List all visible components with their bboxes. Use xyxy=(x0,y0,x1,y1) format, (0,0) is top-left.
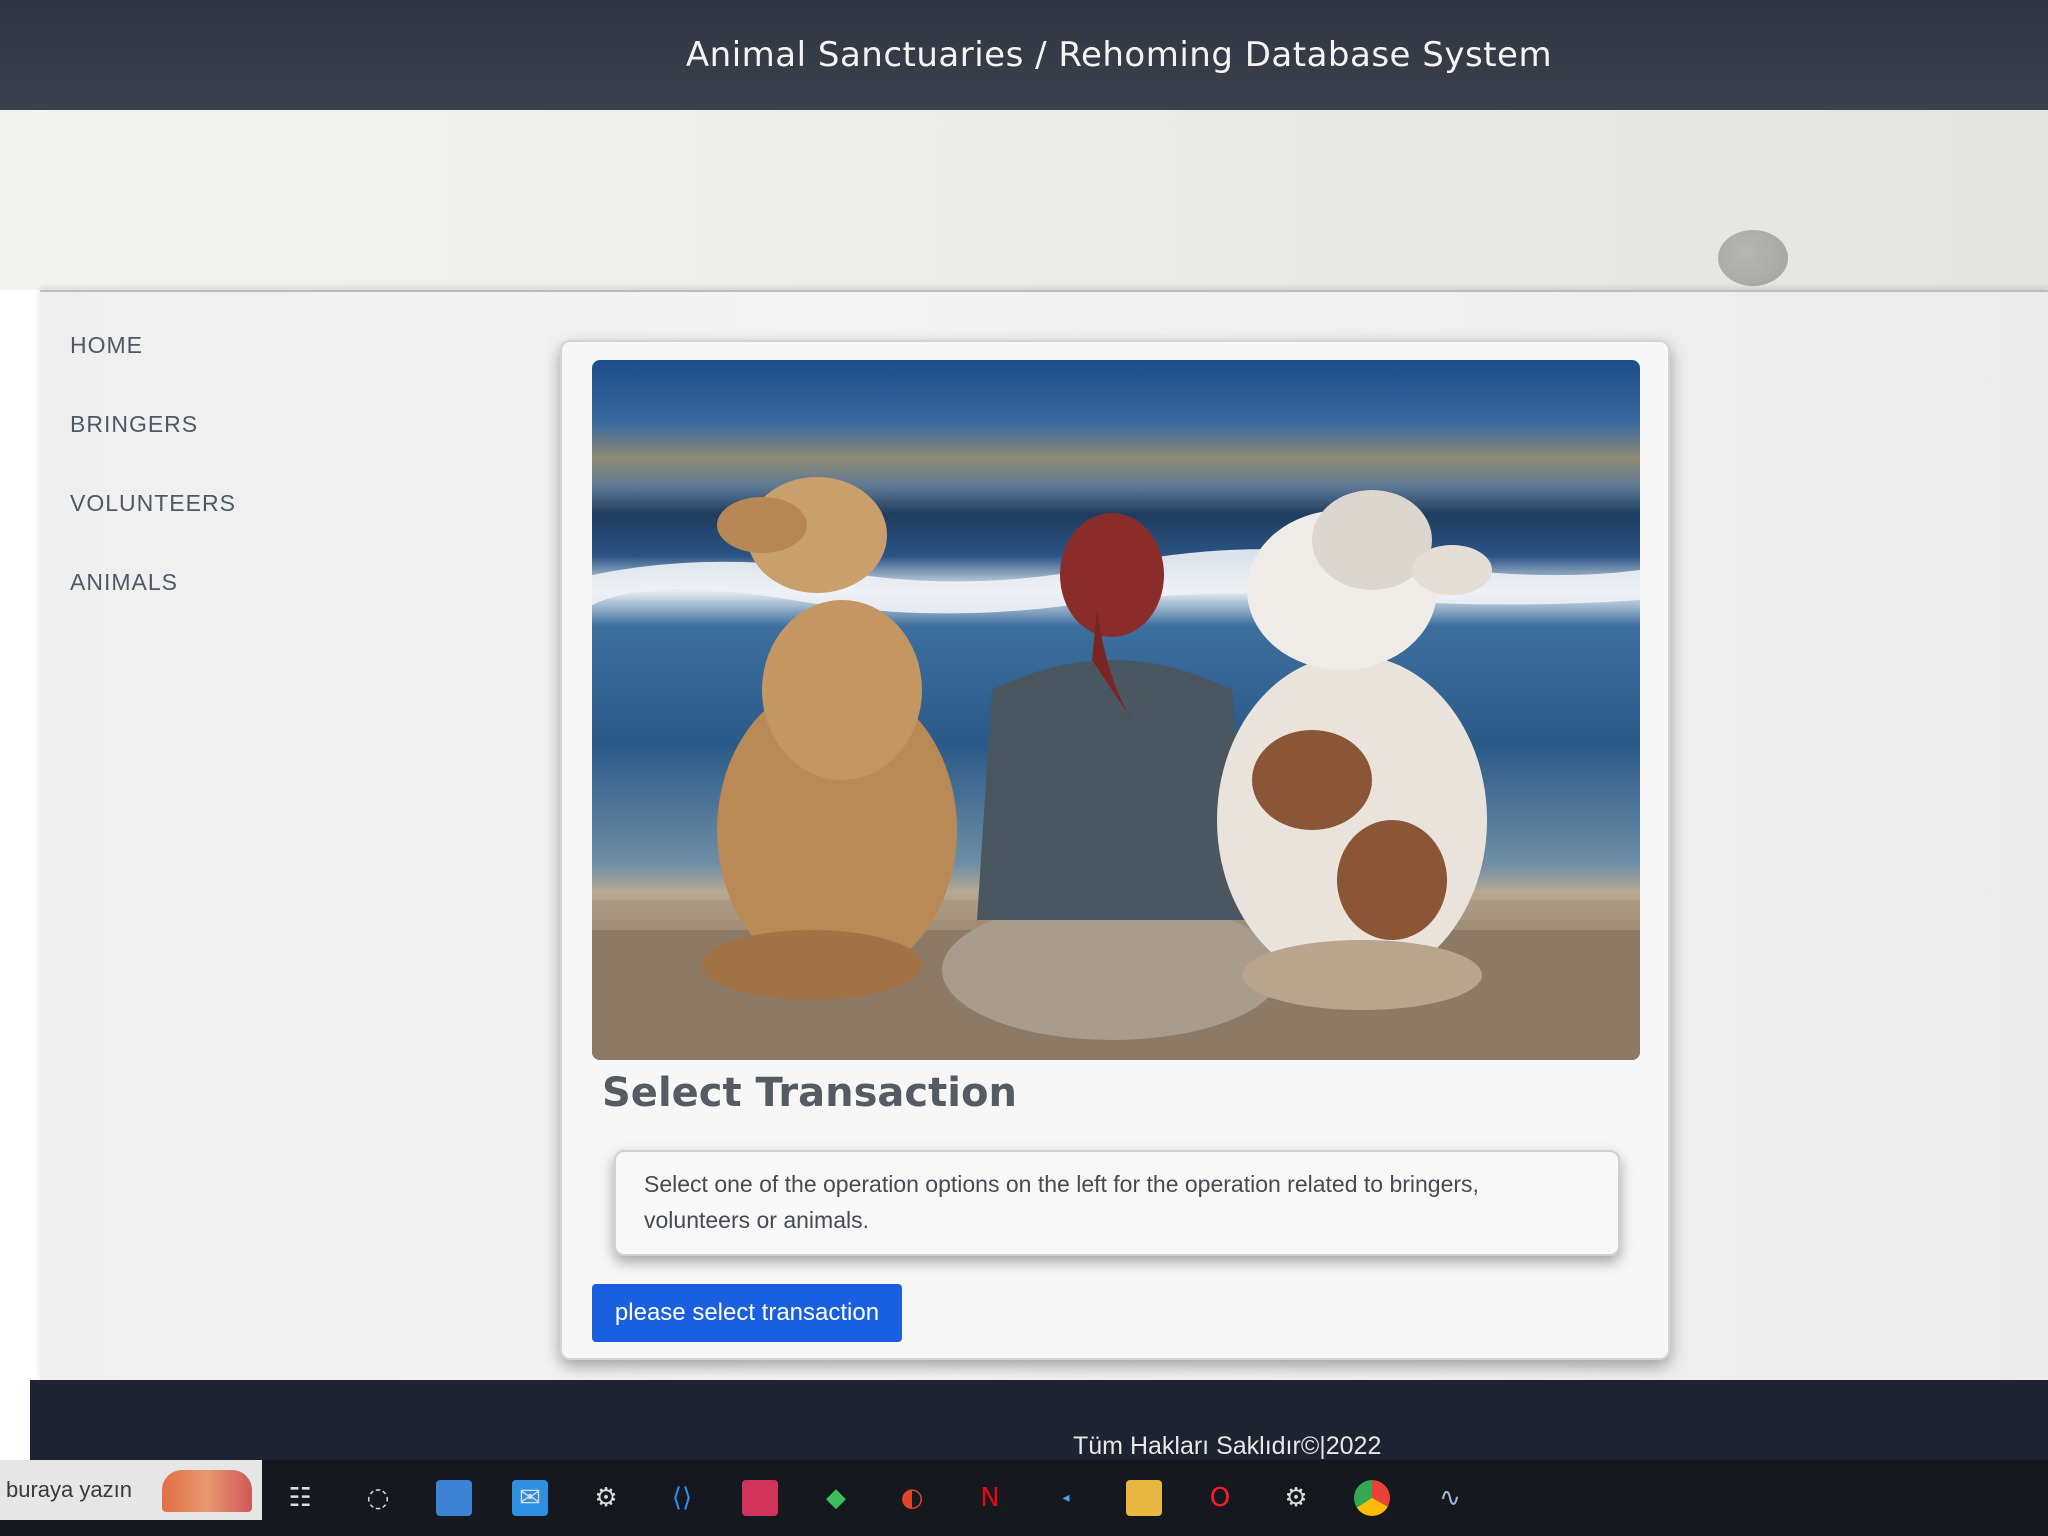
task-view-icon[interactable]: ☷ xyxy=(282,1480,318,1516)
app-icon[interactable]: ◐ xyxy=(894,1480,930,1516)
hero-photo-illustration xyxy=(592,477,1640,1060)
file-explorer-icon[interactable] xyxy=(1126,1480,1162,1516)
banner-band xyxy=(0,110,2048,290)
app-header: Animal Sanctuaries / Rehoming Database S… xyxy=(0,0,2048,110)
instruction-box: Select one of the operation options on t… xyxy=(614,1150,1620,1256)
netflix-icon[interactable]: N xyxy=(972,1480,1008,1516)
sidebar-item-home[interactable]: HOME xyxy=(70,332,370,359)
intellij-icon[interactable] xyxy=(742,1480,778,1516)
sidebar-item-bringers[interactable]: BRINGERS xyxy=(70,411,370,438)
main-panel: HOME BRINGERS VOLUNTEERS ANIMALS Select … xyxy=(40,290,2048,1380)
dolphin-icon[interactable]: ∿ xyxy=(1432,1480,1468,1516)
banner-decoration xyxy=(1718,230,1788,286)
small-app-icon[interactable]: ◂ xyxy=(1048,1480,1084,1516)
hero-photo xyxy=(592,360,1640,1060)
sidebar-nav: HOME BRINGERS VOLUNTEERS ANIMALS xyxy=(70,332,370,648)
windows-taskbar: buraya yazın ☷ ◌ ✉ ⚙ ⟨⟩ ◆ ◐ N ◂ O ⚙ ∿ xyxy=(0,1460,2048,1536)
security-icon[interactable]: ◆ xyxy=(818,1480,854,1516)
settings-icon[interactable]: ⚙ xyxy=(1278,1480,1314,1516)
copyright-text: Tüm Hakları Saklıdır©|2022 xyxy=(1073,1432,1382,1460)
select-transaction-button[interactable]: please select transaction xyxy=(592,1284,902,1342)
taskbar-search-box[interactable]: buraya yazın xyxy=(0,1460,262,1520)
mail-icon[interactable]: ✉ xyxy=(512,1480,548,1516)
search-highlight-icon xyxy=(162,1470,252,1512)
vscode-icon[interactable]: ⟨⟩ xyxy=(664,1480,700,1516)
page-title: Select Transaction xyxy=(602,1070,1017,1116)
right-dog-shape xyxy=(1217,490,1492,1010)
chrome-icon[interactable] xyxy=(1354,1480,1390,1516)
sidebar-item-animals[interactable]: ANIMALS xyxy=(70,569,370,596)
taskbar-search-placeholder: buraya yazın xyxy=(6,1477,132,1502)
store-icon[interactable] xyxy=(436,1480,472,1516)
steam-icon[interactable]: ⚙ xyxy=(588,1480,624,1516)
transaction-card: Select Transaction Select one of the ope… xyxy=(560,340,1670,1360)
app-title: Animal Sanctuaries / Rehoming Database S… xyxy=(685,35,1553,75)
cortana-icon[interactable]: ◌ xyxy=(360,1480,396,1516)
sidebar-item-volunteers[interactable]: VOLUNTEERS xyxy=(70,490,370,517)
opera-icon[interactable]: O xyxy=(1202,1480,1238,1516)
